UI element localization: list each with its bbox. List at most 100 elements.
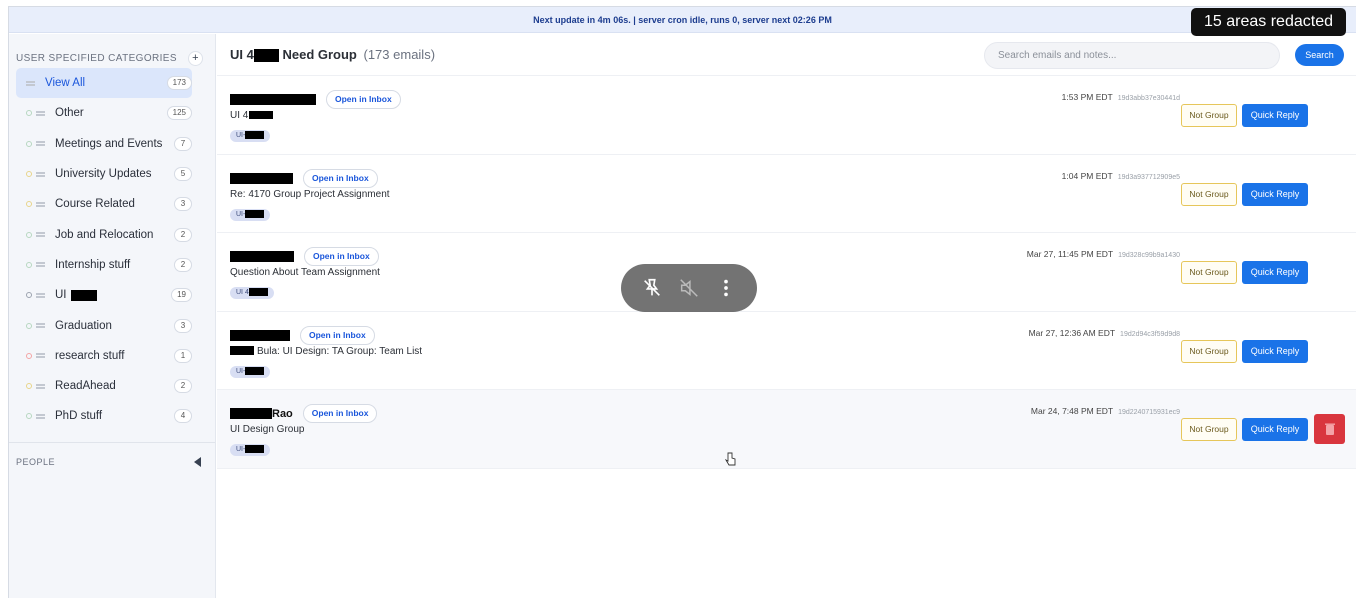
drag-handle-icon[interactable]	[36, 413, 45, 419]
sidebar-item-category[interactable]: View All 173	[16, 68, 192, 99]
tag-text: UI-	[236, 446, 246, 453]
email-row[interactable]: Open in Inbox UI 4 UI- 1:53 PM EDT 19d3abb37…	[217, 76, 1356, 155]
email-timestamp: 1:53 PM EDT	[1061, 92, 1113, 102]
email-meta: 1:04 PM EDT 19d3a937712909e5	[1062, 171, 1180, 181]
sidebar-item-label: research stuff	[55, 349, 125, 362]
sidebar-item-category[interactable]: PhD stuff 4	[16, 401, 192, 431]
email-timestamp: 1:04 PM EDT	[1061, 170, 1113, 181]
email-subject: Question About Team Assignment	[230, 267, 380, 278]
email-id: 19d2240715931ec9	[1118, 409, 1180, 416]
open-in-inbox-button[interactable]: Open in Inbox	[326, 90, 401, 109]
open-in-inbox-button[interactable]: Open in Inbox	[300, 325, 375, 345]
not-group-button[interactable]: Not Group	[1181, 339, 1237, 363]
email-meta: Mar 27, 12:36 AM EDT 19d2d94c3f59d9d8	[1029, 328, 1180, 338]
sidebar-item-category[interactable]: Internship stuff 2	[16, 250, 192, 280]
sidebar-item-category[interactable]: Graduation 3	[16, 310, 192, 340]
categories-heading: USER SPECIFIED CATEGORIES	[16, 52, 177, 64]
tag-text: UI-	[236, 367, 246, 375]
sidebar-item-category[interactable]: Other 125	[16, 98, 192, 128]
unpin-icon[interactable]	[641, 277, 663, 299]
email-timestamp: Mar 27, 12:36 AM EDT	[1028, 327, 1116, 338]
category-count-badge: 3	[174, 318, 192, 333]
open-in-inbox-button[interactable]: Open in Inbox	[302, 404, 378, 423]
search-input[interactable]: Search emails and notes...	[984, 42, 1280, 69]
tag-text: UI-	[236, 210, 246, 218]
sidebar-item-category[interactable]: Meetings and Events 7	[16, 129, 192, 159]
quick-reply-button[interactable]: Quick Reply	[1242, 261, 1308, 284]
category-color-dot	[26, 110, 32, 117]
category-count-badge: 1	[174, 348, 192, 363]
sidebar: USER SPECIFIED CATEGORIES + View All 173 O…	[9, 34, 216, 598]
email-id: 19d328c99b9a1430	[1118, 252, 1180, 259]
email-meta: Mar 27, 11:45 PM EDT 19d328c99b9a1430	[1027, 249, 1180, 259]
email-subject: Bula: UI Design: TA Group: Team List	[230, 346, 422, 357]
drag-handle-icon[interactable]	[36, 141, 45, 147]
drag-handle-icon[interactable]	[36, 323, 45, 329]
sidebar-item-category[interactable]: Job and Relocation 2	[16, 219, 192, 249]
quick-reply-button[interactable]: Quick Reply	[1242, 418, 1308, 441]
drag-handle-icon[interactable]	[36, 201, 45, 207]
category-count-badge: 7	[174, 136, 192, 151]
sidebar-item-label: PhD stuff	[55, 410, 103, 423]
not-group-button[interactable]: Not Group	[1181, 104, 1237, 127]
page-title-prefix: UI 4	[230, 46, 254, 62]
sidebar-item-category[interactable]: ReadAhead 2	[16, 371, 192, 401]
email-row[interactable]: Open in Inbox Question About Team Assignm…	[217, 233, 1356, 312]
email-timestamp: Mar 27, 11:45 PM EDT	[1026, 249, 1114, 259]
delete-button[interactable]	[1314, 414, 1345, 444]
sidebar-item-category[interactable]: Course Related 3	[16, 189, 192, 219]
subject-text: UI Design Group	[230, 424, 305, 435]
email-row[interactable]: Open in Inbox Bula: UI Design: TA Group: …	[217, 312, 1356, 390]
not-group-button[interactable]: Not Group	[1181, 182, 1237, 206]
sidebar-item-category[interactable]: research stuff 1	[16, 341, 192, 371]
search-button[interactable]: Search	[1295, 44, 1344, 66]
open-in-inbox-button[interactable]: Open in Inbox	[304, 247, 379, 266]
category-color-dot	[26, 383, 32, 390]
category-tag: UI-	[230, 365, 271, 378]
drag-handle-icon[interactable]	[26, 80, 35, 86]
people-heading: PEOPLE	[16, 456, 56, 467]
drag-handle-icon[interactable]	[36, 383, 45, 389]
categories-header: USER SPECIFIED CATEGORIES +	[9, 34, 215, 68]
open-in-inbox-button[interactable]: Open in Inbox	[303, 168, 378, 188]
more-vertical-icon[interactable]	[715, 277, 737, 299]
category-count-badge: 2	[174, 257, 192, 272]
sidebar-item-category[interactable]: UI 19	[16, 280, 192, 310]
add-category-button[interactable]: +	[188, 50, 203, 66]
redaction-block	[230, 172, 293, 184]
category-tag: UI-	[230, 444, 271, 456]
email-row[interactable]: Open in Inbox Re: 4170 Group Project Assi…	[217, 155, 1356, 233]
sidebar-item-label: Course Related	[55, 198, 135, 211]
drag-handle-icon[interactable]	[36, 232, 45, 238]
drag-handle-icon[interactable]	[36, 353, 45, 359]
drag-handle-icon[interactable]	[36, 171, 45, 177]
status-text: Next update in 4m 06s. | server cron idl…	[533, 15, 832, 25]
drag-handle-icon[interactable]	[36, 262, 45, 268]
mute-icon[interactable]	[678, 277, 700, 299]
category-count-badge: 4	[174, 409, 192, 424]
category-tag: UI-	[230, 130, 271, 142]
sidebar-item-label: Job and Relocation	[55, 228, 154, 241]
people-section[interactable]: PEOPLE	[9, 443, 215, 467]
not-group-button[interactable]: Not Group	[1181, 418, 1237, 441]
not-group-button[interactable]: Not Group	[1181, 261, 1237, 284]
email-sender: Rao Open in Inbox	[230, 404, 378, 423]
category-color-dot	[26, 261, 32, 268]
email-row[interactable]: Rao Open in Inbox UI Design Group UI- Mar 24…	[217, 390, 1356, 469]
quick-reply-button[interactable]: Quick Reply	[1242, 182, 1308, 206]
redaction-block	[230, 329, 290, 341]
sidebar-item-label: Meetings and Events	[55, 137, 163, 150]
email-meta: 1:53 PM EDT 19d3abb37e30441d	[1062, 92, 1180, 102]
category-count-badge: 173	[166, 76, 192, 91]
category-count-badge: 5	[174, 167, 192, 182]
collapse-icon[interactable]	[194, 456, 201, 467]
tag-text: UI-	[236, 132, 246, 139]
quick-reply-button[interactable]: Quick Reply	[1242, 104, 1308, 127]
trash-icon	[1324, 423, 1335, 435]
sidebar-item-category[interactable]: University Updates 5	[16, 159, 192, 189]
drag-handle-icon[interactable]	[36, 110, 45, 116]
quick-reply-button[interactable]: Quick Reply	[1242, 339, 1308, 363]
drag-handle-icon[interactable]	[36, 292, 45, 298]
page-title: UI 4 Need Group (173 emails)	[230, 46, 435, 63]
category-color-dot	[26, 413, 32, 420]
